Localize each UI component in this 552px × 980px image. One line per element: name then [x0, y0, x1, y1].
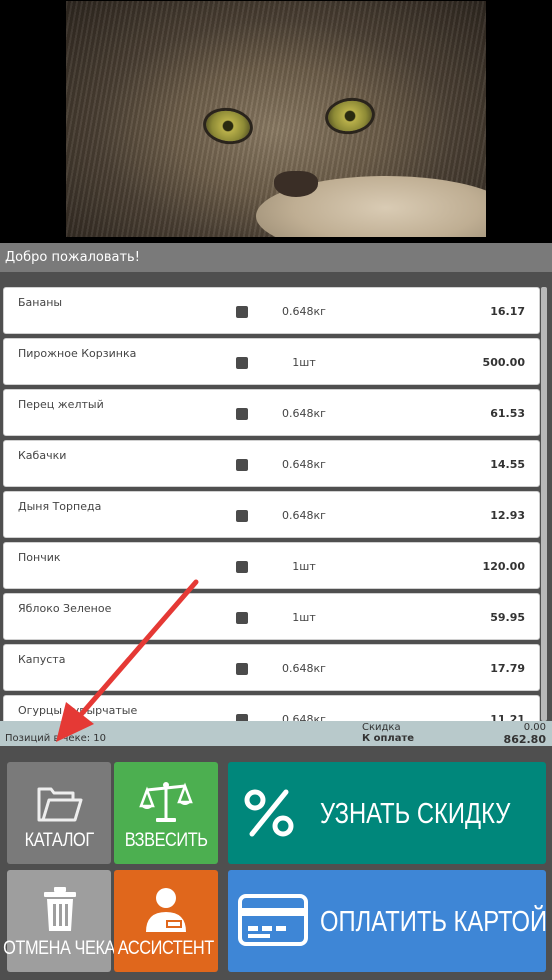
assistant-button[interactable]: АССИСТЕНТ: [114, 870, 218, 972]
item-quantity: 0.648кг: [282, 662, 326, 675]
item-price: 500.00: [482, 356, 525, 369]
discount-value: 0.00: [523, 722, 546, 733]
credit-card-icon: [238, 894, 308, 946]
receipt-list[interactable]: Бананы 0.648кг 16.17 Пирожное Корзинка 1шт 50…: [0, 272, 552, 721]
item-price: 12.93: [490, 509, 525, 522]
item-marker-icon: [236, 714, 248, 721]
item-price: 59.95: [490, 611, 525, 624]
catalog-label: КАТАЛОГ: [24, 830, 94, 851]
item-quantity: 1шт: [292, 356, 316, 369]
total-value: 862.80: [503, 733, 546, 746]
list-scrollbar[interactable]: [541, 287, 547, 721]
pay-by-card-label: ОПЛАТИТЬ КАРТОЙ: [320, 906, 548, 938]
item-marker-icon: [236, 306, 248, 318]
receipt-summary: Позиций в чеке: 10 Скидка 0.00 К оплате …: [0, 721, 552, 746]
receipt-row[interactable]: Бананы 0.648кг 16.17: [3, 287, 540, 334]
items-count: Позиций в чеке: 10: [5, 733, 107, 744]
item-quantity: 1шт: [292, 560, 316, 573]
item-name: Перец желтый: [18, 398, 104, 411]
catalog-button[interactable]: КАТАЛОГ: [7, 762, 111, 864]
cat-photo: [66, 1, 486, 237]
action-buttons: КАТАЛОГ ВЗВЕСИТЬ УЗНАТЬ СКИДКУ ОТМЕНА ЧЕ…: [0, 746, 552, 980]
pay-by-card-button[interactable]: ОПЛАТИТЬ КАРТОЙ: [228, 870, 548, 972]
receipt-row[interactable]: Кабачки 0.648кг 14.55: [3, 440, 540, 487]
receipt-row[interactable]: Яблоко Зеленое 1шт 59.95: [3, 593, 540, 640]
item-marker-icon: [236, 408, 248, 420]
receipt-items: Бананы 0.648кг 16.17 Пирожное Корзинка 1шт 50…: [3, 287, 540, 721]
item-price: 17.79: [490, 662, 525, 675]
item-name: Бананы: [18, 296, 63, 309]
item-name: Кабачки: [18, 449, 67, 462]
trash-icon: [44, 887, 76, 931]
item-quantity: 0.648кг: [282, 713, 326, 721]
receipt-row[interactable]: Пончик 1шт 120.00: [3, 542, 540, 589]
discount-label-text: УЗНАТЬ СКИДКУ: [320, 798, 511, 830]
weigh-button[interactable]: ВЗВЕСИТЬ: [114, 762, 218, 864]
assistant-label: АССИСТЕНТ: [118, 938, 214, 959]
item-marker-icon: [236, 561, 248, 573]
item-name: Дыня Торпеда: [18, 500, 102, 513]
assistant-person-icon: [146, 888, 186, 932]
receipt-row[interactable]: Пирожное Корзинка 1шт 500.00: [3, 338, 540, 385]
item-quantity: 0.648кг: [282, 407, 326, 420]
item-name: Яблоко Зеленое: [18, 602, 112, 615]
cancel-receipt-button[interactable]: ОТМЕНА ЧЕКА: [3, 870, 115, 972]
item-marker-icon: [236, 459, 248, 471]
weigh-label: ВЗВЕСИТЬ: [124, 830, 208, 851]
item-name: Капуста: [18, 653, 66, 666]
folder-open-icon: [37, 787, 83, 822]
total-label: К оплате: [362, 733, 415, 744]
item-quantity: 0.648кг: [282, 509, 326, 522]
item-marker-icon: [236, 510, 248, 522]
promo-video: [0, 0, 552, 243]
item-marker-icon: [236, 357, 248, 369]
item-price: 16.17: [490, 305, 525, 318]
receipt-row[interactable]: Капуста 0.648кг 17.79: [3, 644, 540, 691]
item-quantity: 0.648кг: [282, 458, 326, 471]
receipt-row[interactable]: Дыня Торпеда 0.648кг 12.93: [3, 491, 540, 538]
item-quantity: 1шт: [292, 611, 316, 624]
percent-icon: [244, 789, 294, 837]
cancel-receipt-label: ОТМЕНА ЧЕКА: [3, 938, 115, 959]
receipt-row[interactable]: Перец желтый 0.648кг 61.53: [3, 389, 540, 436]
receipt-row[interactable]: Огурцы пупырчатые 0.648кг 11.21: [3, 695, 540, 721]
item-name: Пончик: [18, 551, 61, 564]
discount-label: Скидка: [362, 722, 401, 733]
discount-button[interactable]: УЗНАТЬ СКИДКУ: [228, 762, 546, 864]
scales-icon: [139, 782, 193, 822]
item-quantity: 0.648кг: [282, 305, 326, 318]
item-price: 14.55: [490, 458, 525, 471]
item-name: Огурцы пупырчатые: [18, 704, 138, 717]
cat-nose: [274, 171, 318, 197]
item-name: Пирожное Корзинка: [18, 347, 137, 360]
item-price: 120.00: [482, 560, 525, 573]
item-price: 11.21: [490, 713, 525, 721]
item-marker-icon: [236, 663, 248, 675]
item-price: 61.53: [490, 407, 525, 420]
welcome-bar: Добро пожаловать!: [0, 243, 552, 272]
item-marker-icon: [236, 612, 248, 624]
